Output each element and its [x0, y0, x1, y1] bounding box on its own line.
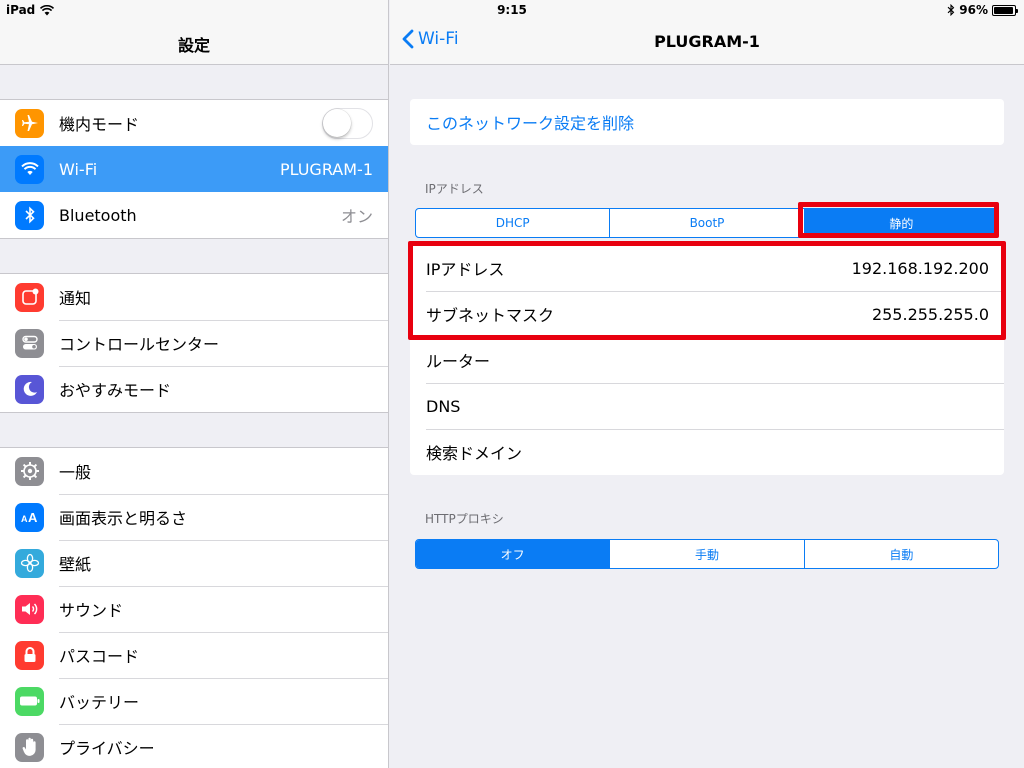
sidebar-item-label: 一般 — [59, 463, 92, 482]
sidebar-item-label: プライバシー — [59, 739, 155, 758]
network-title: PLUGRAM-1 — [654, 32, 760, 51]
sidebar-item-hand[interactable]: プライバシー — [0, 724, 388, 768]
sidebar-item-label: サウンド — [59, 601, 124, 620]
svg-text:A: A — [28, 510, 38, 524]
svg-text:A: A — [21, 514, 28, 524]
wifi-detail-pane: Wi-Fi PLUGRAM-1 このネットワーク設定を削除 IPアドレス DHC… — [390, 0, 1024, 768]
hand-icon — [15, 732, 44, 762]
sidebar-item-moon[interactable]: おやすみモード — [0, 366, 388, 412]
sidebar-item-bluetooth[interactable]: Bluetooth オン — [0, 192, 388, 238]
sidebar-item-value: オン — [340, 207, 373, 226]
bluetooth-icon — [15, 200, 44, 230]
subnet-mask-field[interactable]: サブネットマスク 255.255.255.0 — [410, 291, 1004, 337]
field-label: IPアドレス — [426, 260, 505, 279]
status-time: 9:15 — [497, 3, 527, 17]
dns-field[interactable]: DNS — [410, 383, 1004, 429]
sidebar-item-label: 画面表示と明るさ — [59, 509, 188, 528]
notification-icon — [15, 282, 44, 312]
settings-group: 機内モード Wi-Fi PLUGRAM-1 Bluetooth オン — [0, 99, 388, 239]
field-value[interactable]: 255.255.255.0 — [872, 305, 989, 324]
sidebar-item-airplane[interactable]: 機内モード — [0, 100, 388, 146]
wifi-icon — [15, 154, 44, 184]
sidebar-item-label: 機内モード — [59, 115, 140, 134]
proxy-mode-segment[interactable]: オフ — [416, 540, 611, 568]
ip-mode-segment[interactable]: BootP — [610, 209, 805, 237]
router-field[interactable]: ルーター — [410, 337, 1004, 383]
sidebar-item-gear[interactable]: 一般 — [0, 448, 388, 494]
settings-group: 一般 A A 画面表示と明るさ 壁紙サウンドパスコードバッテリープライバシー — [0, 447, 388, 768]
status-bar: iPad 9:15 96% — [0, 0, 1024, 20]
settings-sidebar: 設定 機内モード Wi-Fi PLUGRAM-1 Bluetooth オン通知コントロー… — [0, 0, 389, 768]
sidebar-item-lock[interactable]: パスコード — [0, 632, 388, 678]
toggle-knob — [323, 108, 351, 137]
sidebar-item-wallpaper[interactable]: 壁紙 — [0, 540, 388, 586]
sidebar-title: 設定 — [177, 36, 210, 55]
sidebar-item-display[interactable]: A A 画面表示と明るさ — [0, 494, 388, 540]
control-center-icon — [15, 328, 44, 358]
forget-network-button[interactable]: このネットワーク設定を削除 — [410, 99, 1004, 145]
battery-percent: 96% — [959, 3, 988, 17]
ip-address-field[interactable]: IPアドレス 192.168.192.200 — [410, 245, 1004, 291]
ip-mode-segment[interactable]: 静的 — [804, 209, 998, 237]
battery-icon — [992, 4, 1018, 16]
moon-icon — [15, 374, 44, 404]
battery-icon — [15, 686, 44, 716]
field-label: 検索ドメイン — [426, 444, 523, 463]
ip-section-label: IPアドレス — [425, 182, 484, 196]
speaker-icon — [15, 594, 44, 624]
field-label: DNS — [426, 396, 461, 416]
sidebar-item-control-center[interactable]: コントロールセンター — [0, 320, 388, 366]
settings-group: 通知コントロールセンター おやすみモード — [0, 273, 388, 413]
search-domain-field[interactable]: 検索ドメイン — [410, 429, 1004, 475]
field-label: サブネットマスク — [426, 306, 555, 325]
sidebar-item-label: バッテリー — [59, 693, 140, 712]
airplane-icon — [15, 108, 44, 138]
airplane-mode-toggle[interactable] — [322, 107, 373, 139]
ip-fields-card: IPアドレス 192.168.192.200 サブネットマスク 255.255.255… — [410, 245, 1004, 475]
sidebar-item-value: PLUGRAM-1 — [279, 159, 373, 179]
display-icon: AA — [15, 502, 44, 532]
wallpaper-icon — [15, 548, 44, 578]
ip-mode-segmented-control: DHCP BootP 静的 — [415, 208, 999, 238]
gear-icon — [15, 456, 44, 486]
sidebar-item-notification[interactable]: 通知 — [0, 274, 388, 320]
sidebar-item-label: おやすみモード — [59, 381, 172, 400]
sidebar-item-speaker[interactable]: サウンド — [0, 586, 388, 632]
proxy-mode-segmented-control: オフ 手動 自動 — [415, 539, 999, 569]
bluetooth-status-icon — [947, 4, 955, 16]
sidebar-item-wifi[interactable]: Wi-Fi PLUGRAM-1 — [0, 146, 388, 192]
field-value[interactable]: 192.168.192.200 — [852, 259, 989, 278]
sidebar-item-label: パスコード — [59, 647, 140, 666]
sidebar-item-label: 通知 — [59, 289, 92, 308]
sidebar-item-label: 壁紙 — [59, 555, 92, 574]
proxy-mode-segment[interactable]: 手動 — [610, 540, 805, 568]
sidebar-item-label: Bluetooth — [59, 205, 137, 225]
field-label: ルーター — [426, 352, 491, 371]
sidebar-item-label: Wi-Fi — [59, 159, 98, 179]
sidebar-item-battery[interactable]: バッテリー — [0, 678, 388, 724]
proxy-mode-segment[interactable]: 自動 — [805, 540, 998, 568]
lock-icon — [15, 640, 44, 670]
sidebar-item-label: コントロールセンター — [59, 335, 220, 354]
ip-mode-segment[interactable]: DHCP — [416, 209, 611, 237]
proxy-section-label: HTTPプロキシ — [425, 512, 504, 526]
